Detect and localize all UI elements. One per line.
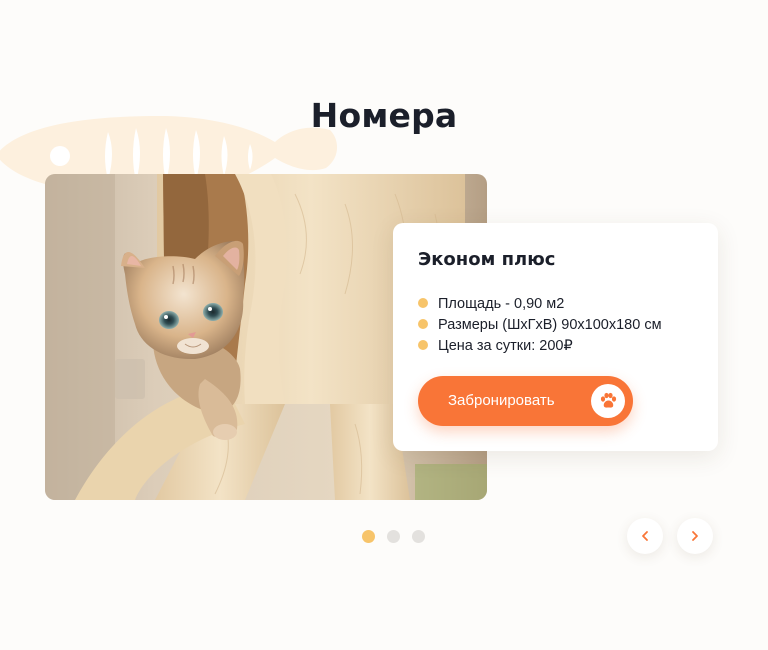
bullet-dot [418, 319, 428, 329]
room-features-list: Площадь - 0,90 м2 Размеры (ШхГхВ) 90х100… [418, 294, 662, 357]
feature-price: Цена за сутки: 200₽ [418, 336, 662, 357]
next-slide-button[interactable] [677, 518, 713, 554]
feature-text: Размеры (ШхГхВ) 90х100х180 см [438, 317, 662, 333]
pagination-dot-3[interactable] [412, 530, 425, 543]
feature-text: Площадь - 0,90 м2 [438, 296, 565, 312]
feature-dimensions: Размеры (ШхГхВ) 90х100х180 см [418, 315, 662, 336]
room-title: Эконом плюс [418, 249, 556, 270]
feature-text: Цена за сутки: 200₽ [438, 338, 573, 354]
prev-slide-button[interactable] [627, 518, 663, 554]
pagination-dot-1[interactable] [362, 530, 375, 543]
room-card: Эконом плюс Площадь - 0,90 м2 Размеры (Ш… [393, 223, 718, 451]
bullet-dot [418, 340, 428, 350]
section-title: Номера [310, 96, 458, 136]
bullet-dot [418, 298, 428, 308]
paw-icon [591, 384, 625, 418]
book-button[interactable]: Забронировать [418, 376, 633, 426]
chevron-right-icon [692, 531, 698, 541]
chevron-left-icon [642, 531, 648, 541]
book-button-label: Забронировать [448, 392, 555, 409]
pagination-dot-2[interactable] [387, 530, 400, 543]
feature-area: Площадь - 0,90 м2 [418, 294, 662, 315]
